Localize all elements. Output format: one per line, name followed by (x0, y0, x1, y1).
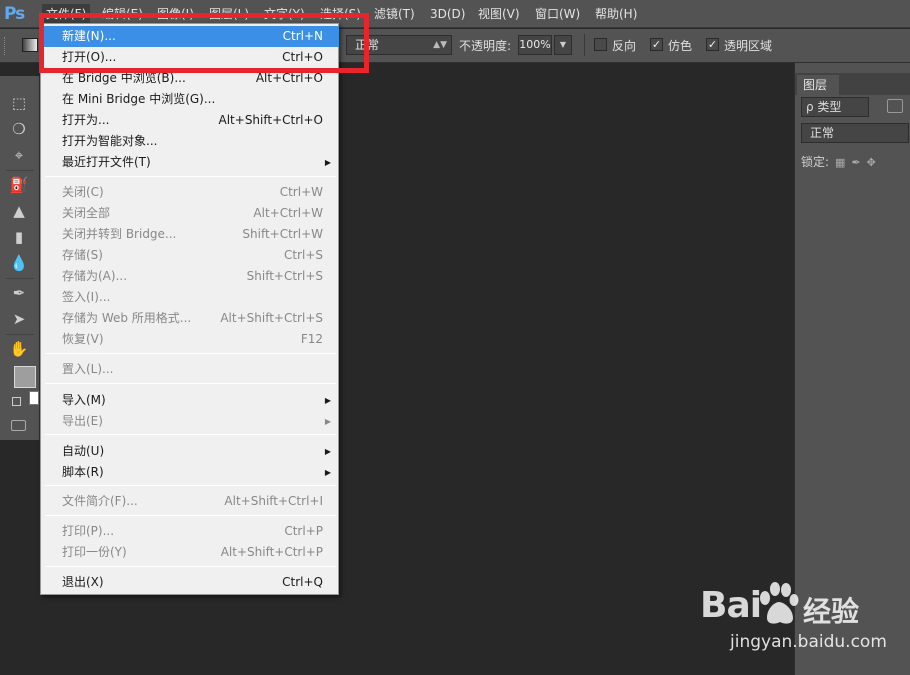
hand-tool-icon[interactable]: ✋ (7, 338, 31, 360)
menu-3d[interactable]: 3D(D) (426, 4, 469, 24)
transparency-checkbox[interactable]: ✓ (706, 38, 719, 51)
menu-item-open-as[interactable]: 打开为... Alt+Shift+Ctrl+O (42, 110, 339, 131)
reverse-checkbox[interactable] (594, 38, 607, 51)
opacity-dropdown-icon[interactable]: ▼ (554, 35, 572, 55)
menu-separator (45, 383, 336, 384)
menu-separator (45, 566, 336, 567)
blur-tool-icon[interactable]: 💧 (7, 252, 31, 274)
lock-pixels-icon[interactable]: ▦ (835, 156, 845, 169)
menu-item-print: 打印(P)... Ctrl+P (62, 524, 323, 538)
lock-label: 锁定: (801, 155, 830, 169)
dither-label: 仿色 (668, 39, 693, 53)
menu-separator (45, 176, 336, 177)
watermark-url: jingyan.baidu.com (730, 632, 887, 652)
menu-item-print-one-copy: 打印一份(Y) Alt+Shift+Ctrl+P (62, 545, 323, 559)
menu-item-close: 关闭(C) Ctrl+W (62, 185, 323, 199)
baidu-logo-text: Bai (700, 585, 762, 626)
submenu-arrow-icon: ▶ (324, 158, 331, 167)
toolbox-divider (6, 334, 34, 335)
menu-item-browse-mini-bridge[interactable]: 在 Mini Bridge 中浏览(G)... (42, 89, 339, 110)
quick-mask-icon[interactable] (11, 420, 26, 431)
menu-item-scripts[interactable]: 脚本(R) ▶ (42, 462, 339, 483)
lock-brush-icon[interactable]: ✒ (851, 156, 860, 169)
menu-separator (45, 485, 336, 486)
annotation-highlight-box (39, 13, 369, 73)
toolbox-divider (6, 278, 34, 279)
updown-arrows-icon: ▲▼ (433, 40, 447, 50)
menu-window[interactable]: 窗口(W) (531, 4, 584, 24)
foreground-color-swatch[interactable] (14, 366, 36, 388)
menu-item-recent-files[interactable]: 最近打开文件(T) ▶ (42, 152, 339, 173)
dither-checkbox[interactable]: ✓ (650, 38, 663, 51)
healing-brush-icon[interactable]: ⛽ (7, 174, 31, 196)
lock-row: 锁定: ▦ ✒ ✥ (801, 153, 876, 170)
menu-item-close-all: 关闭全部 Alt+Ctrl+W (62, 206, 323, 220)
clone-stamp-icon[interactable]: ▲ (7, 200, 31, 222)
menu-view[interactable]: 视图(V) (474, 4, 524, 24)
path-select-icon[interactable]: ➤ (7, 308, 31, 330)
menu-item-file-info: 文件简介(F)... Alt+Shift+Ctrl+I (62, 494, 323, 508)
image-filter-icon[interactable] (887, 99, 903, 113)
menu-item-close-to-bridge: 关闭并转到 Bridge... Shift+Ctrl+W (62, 227, 323, 241)
baidu-paw-icon (760, 582, 799, 624)
layers-panel: 图层 ρ 类型 正常 锁定: ▦ ✒ ✥ (794, 63, 910, 675)
menu-item-open-smart-object[interactable]: 打开为智能对象... (42, 131, 339, 152)
submenu-arrow-icon: ▶ (324, 396, 331, 405)
menu-item-automate[interactable]: 自动(U) ▶ (42, 441, 339, 462)
lasso-tool-icon[interactable]: ❍ (7, 118, 31, 140)
gradient-preset-icon[interactable] (22, 38, 38, 52)
marquee-tool-icon[interactable]: ⬚ (7, 92, 31, 114)
menu-filter[interactable]: 滤镜(T) (370, 4, 419, 24)
pen-tool-icon[interactable]: ✒ (7, 282, 31, 304)
reverse-label: 反向 (612, 39, 637, 53)
layer-kind-filter[interactable]: ρ 类型 (801, 97, 869, 117)
file-menu: 新建(N)... Ctrl+N 打开(O)... Ctrl+O 在 Bridge 中… (40, 23, 339, 595)
menu-item-save-for-web: 存储为 Web 所用格式... Alt+Shift+Ctrl+S (62, 311, 323, 325)
opacity-label: 不透明度: (459, 39, 512, 53)
options-divider (584, 34, 585, 56)
default-colors-icon[interactable] (12, 397, 21, 406)
menu-separator (45, 515, 336, 516)
lock-position-icon[interactable]: ✥ (867, 156, 876, 169)
menu-item-revert: 恢复(V) F12 (62, 332, 323, 346)
crop-tool-icon[interactable]: ⌖ (7, 144, 31, 166)
menu-separator (45, 434, 336, 435)
background-color-swatch[interactable] (29, 391, 39, 405)
menu-item-save: 存储(S) Ctrl+S (62, 248, 323, 262)
menu-item-export: 导出(E) ▶ (42, 411, 339, 432)
transparency-label: 透明区域 (724, 39, 773, 53)
submenu-arrow-icon: ▶ (324, 447, 331, 456)
submenu-arrow-icon: ▶ (324, 417, 331, 426)
eraser-tool-icon[interactable]: ▮ (7, 226, 31, 248)
layer-blend-select[interactable]: 正常 (801, 123, 909, 143)
menu-item-save-as: 存储为(A)... Shift+Ctrl+S (62, 269, 323, 283)
menu-item-exit[interactable]: 退出(X) Ctrl+Q (42, 572, 339, 593)
menu-help[interactable]: 帮助(H) (591, 4, 641, 24)
menu-item-import[interactable]: 导入(M) ▶ (42, 390, 339, 411)
menu-item-place: 置入(L)... (62, 362, 114, 376)
toolbox-divider (6, 170, 34, 171)
opacity-input[interactable]: 100% (518, 35, 552, 55)
photoshop-logo: Ps (4, 4, 25, 24)
baidu-jingyan-text: 经验 (803, 595, 860, 628)
submenu-arrow-icon: ▶ (324, 468, 331, 477)
menu-separator (45, 353, 336, 354)
tab-layers[interactable]: 图层 (797, 75, 839, 95)
options-grip[interactable] (4, 37, 8, 55)
menu-item-check-in: 签入(I)... (62, 290, 111, 304)
